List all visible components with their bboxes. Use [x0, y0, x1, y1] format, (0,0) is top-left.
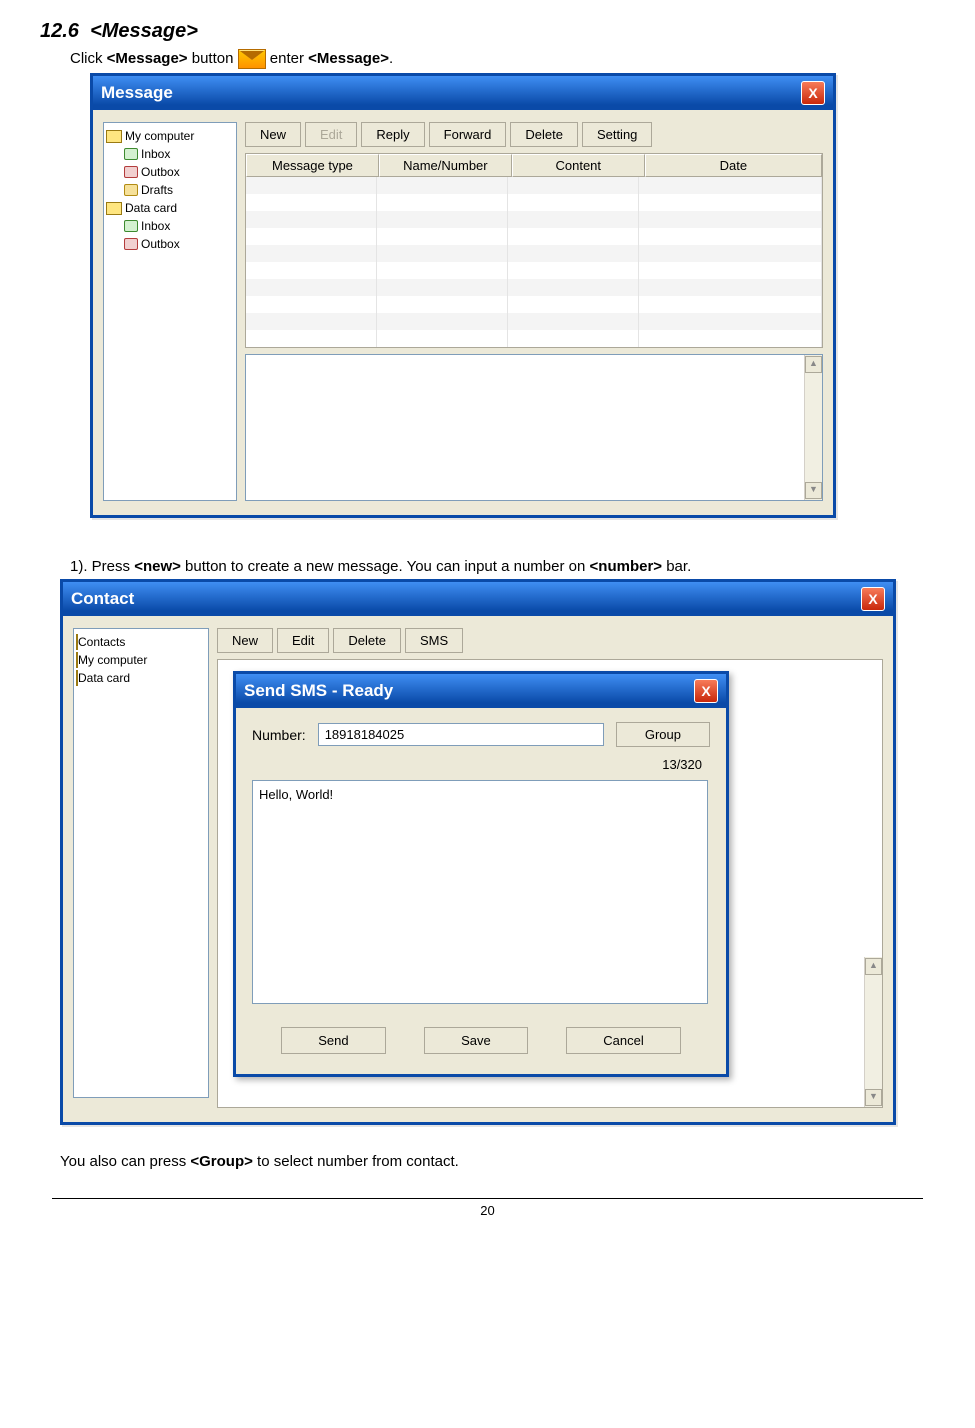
table-row: [246, 279, 822, 296]
number-input[interactable]: [318, 723, 604, 746]
step1-text: 1). Press <new> button to create a new m…: [70, 558, 935, 575]
table-row: [246, 296, 822, 313]
drafts-icon: [124, 184, 138, 196]
outbox-icon: [124, 166, 138, 178]
message-window: Message X My computer Inbox Outbox Draft…: [90, 73, 836, 518]
forward-button[interactable]: Forward: [429, 122, 507, 147]
tree-node-contacts[interactable]: Contacts: [76, 633, 206, 651]
close-icon[interactable]: X: [694, 679, 718, 703]
tree-node-mycomputer[interactable]: My computer: [106, 127, 234, 145]
char-counter: 13/320: [236, 753, 726, 780]
toolbar: New Edit Delete SMS: [217, 628, 883, 653]
reply-button[interactable]: Reply: [361, 122, 424, 147]
group-button[interactable]: Group: [616, 722, 710, 747]
window-title: Contact: [71, 589, 134, 609]
contact-window: Contact X Contacts My computer Data card…: [60, 579, 896, 1125]
edit-button[interactable]: Edit: [277, 628, 329, 653]
folder-icon: [106, 130, 122, 143]
tree-node-outbox[interactable]: Outbox: [124, 163, 234, 181]
table-row: [246, 330, 822, 347]
sms-button[interactable]: SMS: [405, 628, 463, 653]
number-label: Number:: [252, 727, 306, 743]
section-title-text: <Message>: [90, 20, 198, 42]
folder-icon: [106, 202, 122, 215]
tree-node-mycomputer[interactable]: My computer: [76, 651, 206, 669]
delete-button[interactable]: Delete: [510, 122, 578, 147]
edit-button: Edit: [305, 122, 357, 147]
window-title: Message: [101, 83, 173, 103]
save-button[interactable]: Save: [424, 1027, 528, 1054]
scroll-down-icon[interactable]: ▼: [865, 1089, 882, 1106]
tree-node-outbox[interactable]: Outbox: [124, 235, 234, 253]
titlebar: Send SMS - Ready X: [236, 674, 726, 708]
message-table: Message type Name/Number Content Date: [245, 153, 823, 348]
tree-node-datacard[interactable]: Data card: [106, 199, 234, 217]
tree-node-inbox[interactable]: Inbox: [124, 145, 234, 163]
col-name-number[interactable]: Name/Number: [379, 154, 512, 177]
scroll-down-icon[interactable]: ▼: [805, 482, 822, 499]
col-message-type[interactable]: Message type: [246, 154, 379, 177]
col-date[interactable]: Date: [645, 154, 822, 177]
footnote-text: You also can press <Group> to select num…: [60, 1153, 935, 1170]
setting-button[interactable]: Setting: [582, 122, 652, 147]
table-row: [246, 313, 822, 330]
scrollbar[interactable]: ▲ ▼: [804, 355, 822, 500]
footer-rule: [52, 1198, 923, 1199]
window-body: My computer Inbox Outbox Drafts Data car…: [93, 110, 833, 515]
close-icon[interactable]: X: [861, 587, 885, 611]
window-body: Contacts My computer Data card New Edit …: [63, 616, 893, 1122]
page-number: 20: [40, 1203, 935, 1218]
number-row: Number: Group: [236, 708, 726, 753]
scroll-up-icon[interactable]: ▲: [805, 356, 822, 373]
contact-tree[interactable]: Contacts My computer Data card: [73, 628, 209, 1098]
inbox-icon: [124, 148, 138, 160]
new-button[interactable]: New: [245, 122, 301, 147]
table-row: [246, 194, 822, 211]
close-icon[interactable]: X: [801, 81, 825, 105]
section-heading: 12.6 <Message>: [40, 20, 935, 43]
titlebar: Contact X: [63, 582, 893, 616]
table-row: [246, 245, 822, 262]
outbox-icon: [124, 238, 138, 250]
table-row: [246, 211, 822, 228]
table-row: [246, 262, 822, 279]
tree-node-datacard[interactable]: Data card: [76, 669, 206, 687]
toolbar: New Edit Reply Forward Delete Setting: [245, 122, 823, 147]
tree-node-drafts[interactable]: Drafts: [124, 181, 234, 199]
col-content[interactable]: Content: [512, 154, 645, 177]
scroll-up-icon[interactable]: ▲: [865, 958, 882, 975]
new-button[interactable]: New: [217, 628, 273, 653]
send-button[interactable]: Send: [281, 1027, 385, 1054]
dialog-buttons: Send Save Cancel: [236, 1009, 726, 1074]
intro-text: Click <Message> button enter <Message>.: [70, 49, 935, 69]
section-number: 12.6: [40, 20, 79, 42]
message-icon: [238, 49, 266, 69]
table-header: Message type Name/Number Content Date: [246, 154, 822, 177]
scrollbar[interactable]: ▲ ▼: [864, 957, 882, 1107]
message-main: New Edit Reply Forward Delete Setting Me…: [245, 122, 823, 501]
table-row: [246, 177, 822, 194]
delete-button[interactable]: Delete: [333, 628, 401, 653]
folder-tree[interactable]: My computer Inbox Outbox Drafts Data car…: [103, 122, 237, 501]
tree-node-inbox[interactable]: Inbox: [124, 217, 234, 235]
cancel-button[interactable]: Cancel: [566, 1027, 680, 1054]
message-preview: ▲ ▼: [245, 354, 823, 501]
inbox-icon: [124, 220, 138, 232]
table-row: [246, 228, 822, 245]
sms-body-input[interactable]: [252, 780, 708, 1004]
dialog-title: Send SMS - Ready: [244, 681, 393, 701]
send-sms-dialog: Send SMS - Ready X Number: Group 13/320 …: [233, 671, 729, 1077]
titlebar: Message X: [93, 76, 833, 110]
